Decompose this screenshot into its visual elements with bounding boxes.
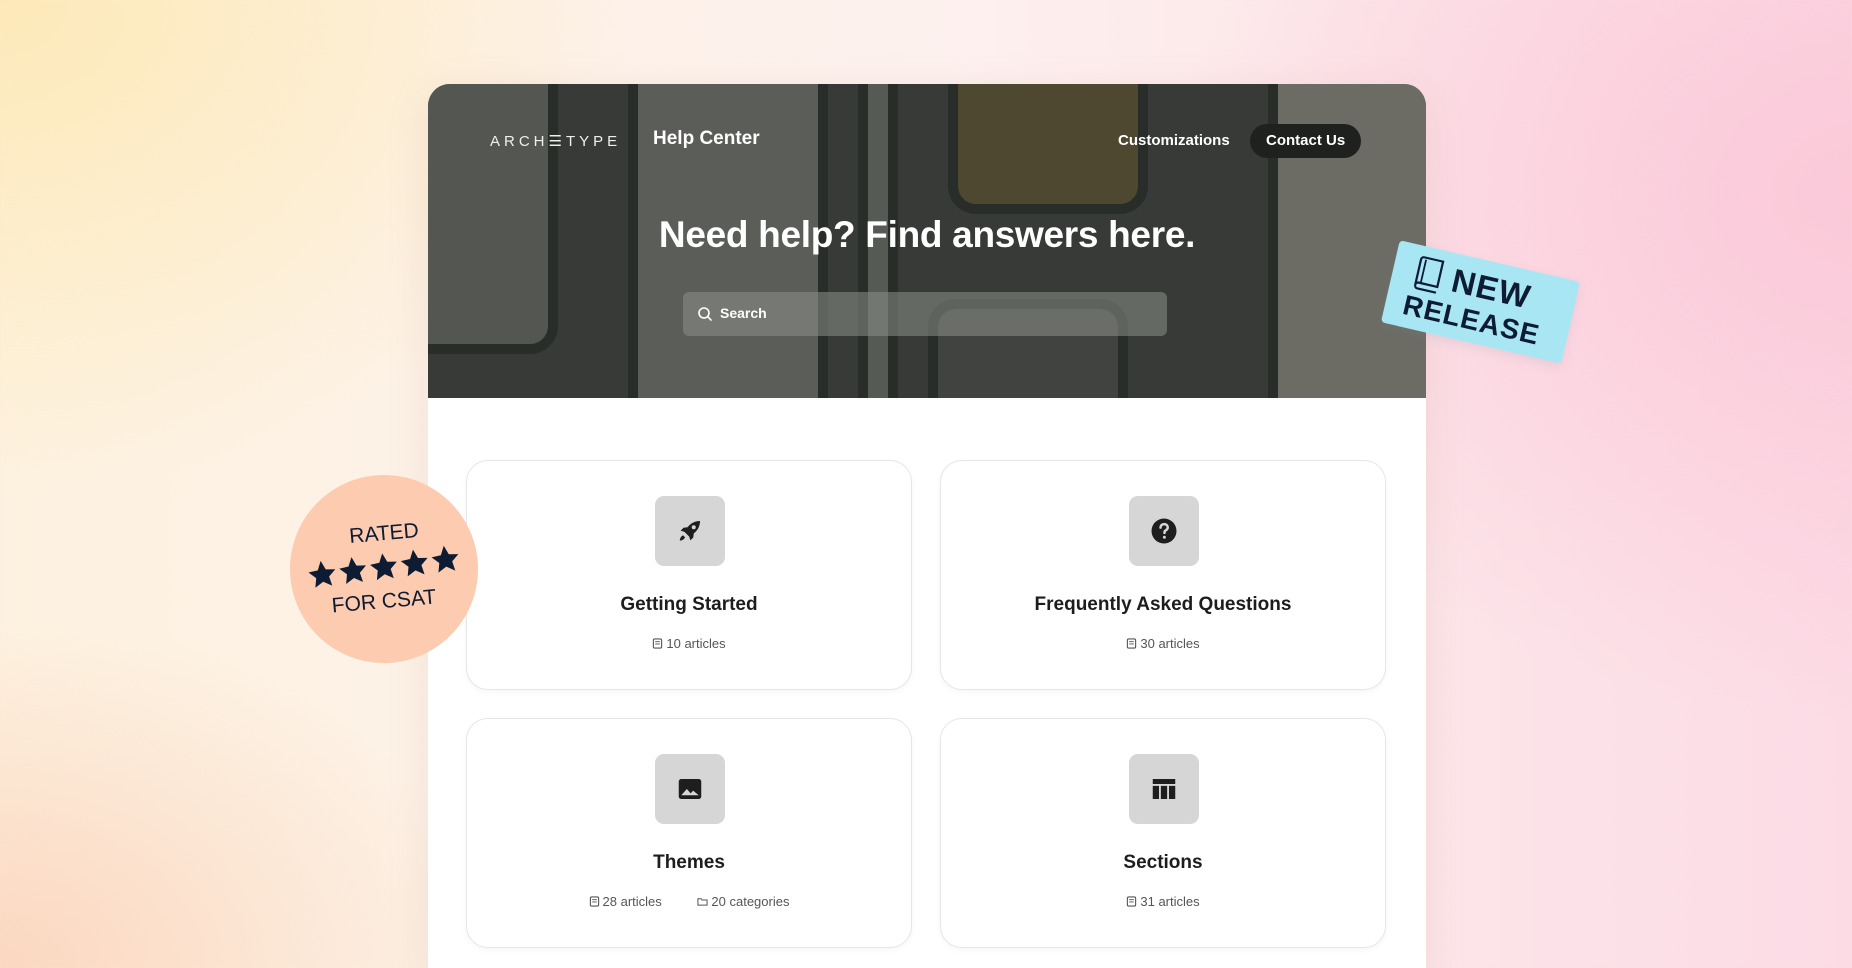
card-icon-tile [655,754,725,824]
question-icon [1151,518,1177,544]
card-meta: 30 articles [941,636,1385,651]
contact-us-button[interactable]: Contact Us [1250,124,1362,158]
search-icon [698,307,712,321]
card-icon-tile [655,496,725,566]
card-title: Themes [653,852,725,873]
table-icon [1152,779,1176,799]
nav-link-customizations[interactable]: Customizations [1118,132,1230,149]
help-center-title[interactable]: Help Center [653,128,760,150]
card-icon-tile [1129,754,1199,824]
card-meta: 31 articles [941,894,1385,909]
article-count: 10 articles [652,636,726,651]
article-count: 30 articles [1126,636,1200,651]
top-nav: ARCH☰TYPE Help Center Customizations Con… [428,124,1426,164]
rocket-icon [679,521,700,541]
csat-rating-badge: RATED FOR CSAT [290,475,478,663]
hero-banner: ARCH☰TYPE Help Center Customizations Con… [428,84,1426,398]
card-title: Frequently Asked Questions [1034,594,1292,615]
image-icon [678,779,702,799]
card-icon-tile [1129,496,1199,566]
article-count: 28 articles [589,894,662,909]
card-title: Getting Started [620,594,758,615]
search-placeholder: Search [720,305,767,321]
category-card-themes[interactable]: Themes 28 articles 20 categories [466,718,912,948]
article-icon [1127,896,1137,907]
card-title: Sections [1123,852,1203,873]
article-icon [1127,638,1137,649]
card-meta: 28 articles 20 categories [467,894,911,909]
category-card-getting-started[interactable]: Getting Started 10 articles [466,460,912,690]
article-icon [589,896,599,907]
brand-logo[interactable]: ARCH☰TYPE [490,132,621,150]
search-input[interactable]: Search [683,292,1167,336]
card-meta: 10 articles [467,636,911,651]
folder-icon [697,898,708,906]
article-count: 31 articles [1126,894,1200,909]
help-center-window: ARCH☰TYPE Help Center Customizations Con… [428,84,1426,968]
category-card-sections[interactable]: Sections 31 articles [940,718,1386,948]
hero-headline: Need help? Find answers here. [658,214,1196,255]
category-card-faq[interactable]: Frequently Asked Questions 30 articles [940,460,1386,690]
category-count: 20 categories [697,894,789,909]
article-icon [653,638,663,649]
